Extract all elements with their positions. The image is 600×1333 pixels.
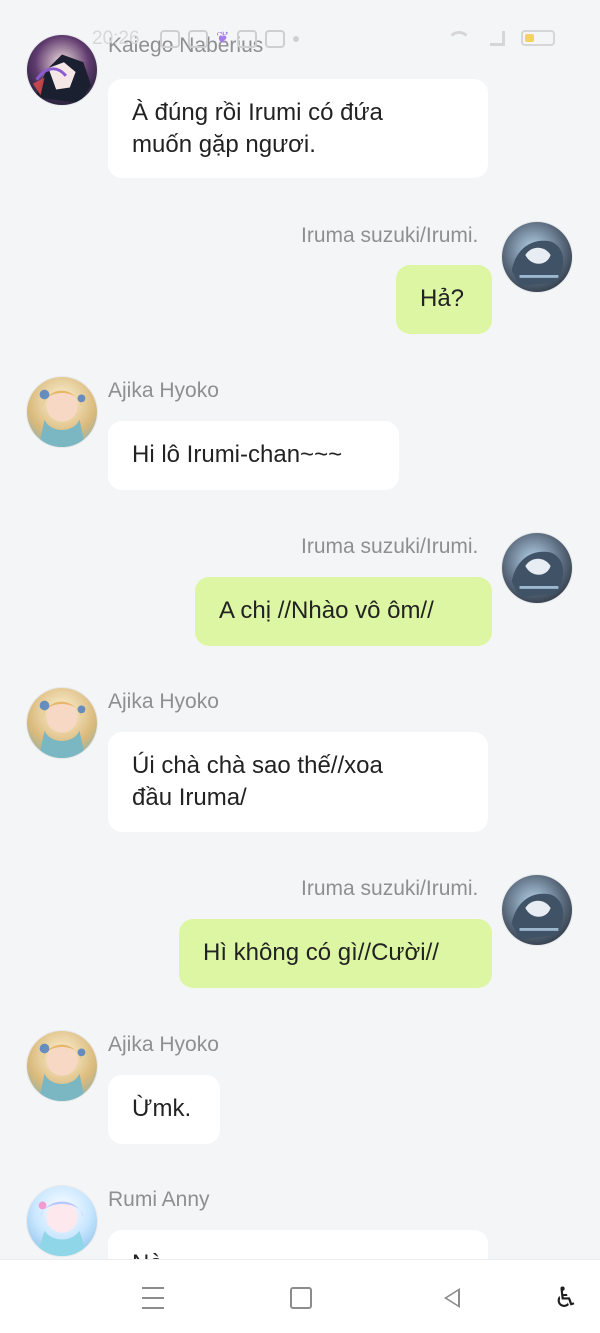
navigation-bar: ♿ [0, 1259, 600, 1333]
home-icon [290, 1287, 312, 1309]
signal-icon [483, 30, 507, 46]
back-icon [444, 1288, 460, 1308]
message-bubble[interactable]: A chị //Nhào vô ôm// [195, 577, 492, 646]
accessibility-button[interactable]: ♿ [551, 1283, 581, 1313]
back-button[interactable] [437, 1283, 467, 1313]
notification-icon [265, 30, 286, 48]
sender-name: Ajika Hyoko [108, 1033, 219, 1056]
menu-icon [142, 1287, 164, 1309]
sender-name: Iruma suzuki/Irumi. [301, 224, 479, 247]
avatar[interactable] [26, 687, 98, 759]
notification-icon [188, 30, 208, 48]
message-bubble[interactable]: À đúng rồi Irumi có đứa muốn gặp ngươi. [108, 79, 488, 178]
butterfly-icon: ❦ [216, 30, 230, 47]
avatar[interactable] [501, 532, 573, 604]
status-bar: 20:26 ❦ [0, 0, 600, 56]
sender-name: Iruma suzuki/Irumi. [301, 535, 479, 558]
sender-name: Ajika Hyoko [108, 690, 219, 713]
accessibility-icon: ♿ [553, 1282, 579, 1313]
message-bubble[interactable]: Úi chà chà sao thế//xoa đầu Iruma/ [108, 732, 488, 832]
wifi-icon [445, 30, 471, 46]
notification-icon [160, 30, 180, 48]
status-icons: ❦ [160, 30, 300, 48]
message-bubble[interactable]: Hả? [396, 265, 492, 334]
sender-name: Rumi Anny [108, 1188, 210, 1211]
battery-icon [521, 30, 555, 46]
avatar[interactable] [26, 1030, 98, 1102]
avatar[interactable] [501, 221, 573, 293]
status-time: 20:26 [92, 28, 140, 49]
avatar[interactable] [26, 376, 98, 448]
message-bubble[interactable]: Hì không có gì//Cười// [179, 919, 492, 988]
status-right-icons [445, 30, 555, 46]
avatar[interactable] [501, 874, 573, 946]
message-bubble[interactable]: Hi lô Irumi-chan~~~ [108, 421, 399, 490]
battery-level [525, 34, 534, 42]
sender-name: Ajika Hyoko [108, 379, 219, 402]
menu-button[interactable] [138, 1283, 168, 1313]
message-bubble[interactable]: Ừmk. [108, 1075, 220, 1144]
sender-name: Iruma suzuki/Irumi. [301, 877, 479, 900]
home-button[interactable] [286, 1283, 316, 1313]
avatar[interactable] [26, 1185, 98, 1257]
more-notifications-icon [293, 36, 300, 42]
chat-thread[interactable]: Kaiego Naberius À đúng rồi Irumi có đứa … [0, 0, 600, 1282]
notification-icon [237, 30, 258, 48]
